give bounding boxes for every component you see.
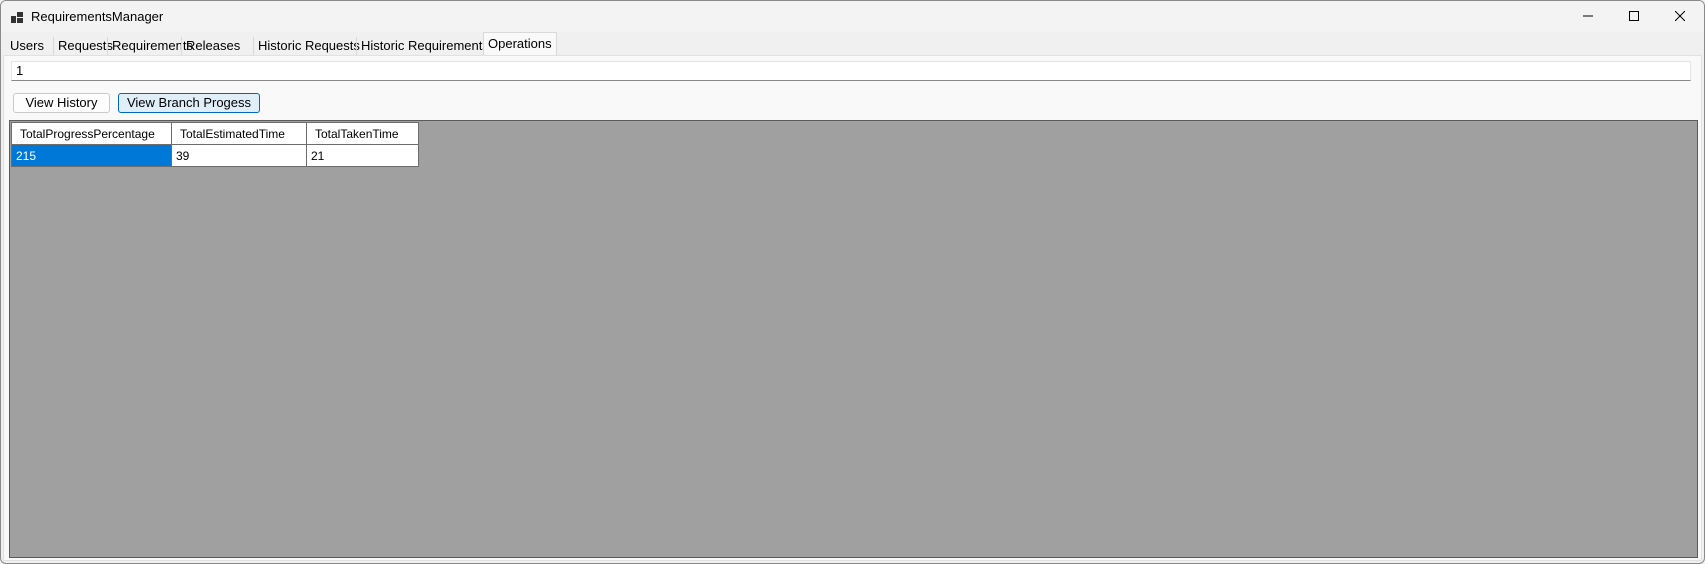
results-grid[interactable]: TotalProgressPercentage TotalEstimatedTi…: [9, 120, 1698, 558]
app-window: RequirementsManager Users Requests Requi…: [0, 0, 1705, 564]
cell-total-estimated-time[interactable]: 39: [171, 144, 307, 167]
column-header-total-progress[interactable]: TotalProgressPercentage: [11, 122, 172, 145]
results-table: TotalProgressPercentage TotalEstimatedTi…: [11, 122, 419, 167]
tab-releases[interactable]: Releases: [181, 37, 244, 55]
tab-users[interactable]: Users: [6, 37, 48, 55]
operation-id-input[interactable]: [11, 61, 1691, 81]
title-bar[interactable]: RequirementsManager: [1, 1, 1704, 32]
cell-total-progress[interactable]: 215: [11, 144, 172, 167]
window-title: RequirementsManager: [31, 9, 164, 24]
cell-total-taken-time[interactable]: 21: [306, 144, 419, 167]
close-icon: [1674, 9, 1686, 24]
close-button[interactable]: [1657, 1, 1703, 32]
tab-strip: Users Requests Requirements Releases His…: [1, 32, 1704, 56]
tab-historic-requirements[interactable]: Historic Requirements: [356, 37, 493, 55]
header-row: TotalProgressPercentage TotalEstimatedTi…: [11, 122, 419, 145]
minimize-button[interactable]: [1565, 1, 1611, 32]
view-branch-progress-button[interactable]: View Branch Progess: [118, 93, 260, 113]
view-history-button[interactable]: View History: [13, 93, 110, 113]
tab-historic-requests[interactable]: Historic Requests: [253, 37, 364, 55]
column-header-total-taken-time[interactable]: TotalTakenTime: [306, 122, 419, 145]
maximize-button[interactable]: [1611, 1, 1657, 32]
column-header-total-estimated-time[interactable]: TotalEstimatedTime: [171, 122, 307, 145]
maximize-icon: [1629, 9, 1639, 24]
tab-operations[interactable]: Operations: [483, 32, 557, 56]
app-icon: [11, 11, 24, 23]
minimize-icon: [1583, 9, 1593, 24]
table-row[interactable]: 215 39 21: [11, 144, 419, 167]
